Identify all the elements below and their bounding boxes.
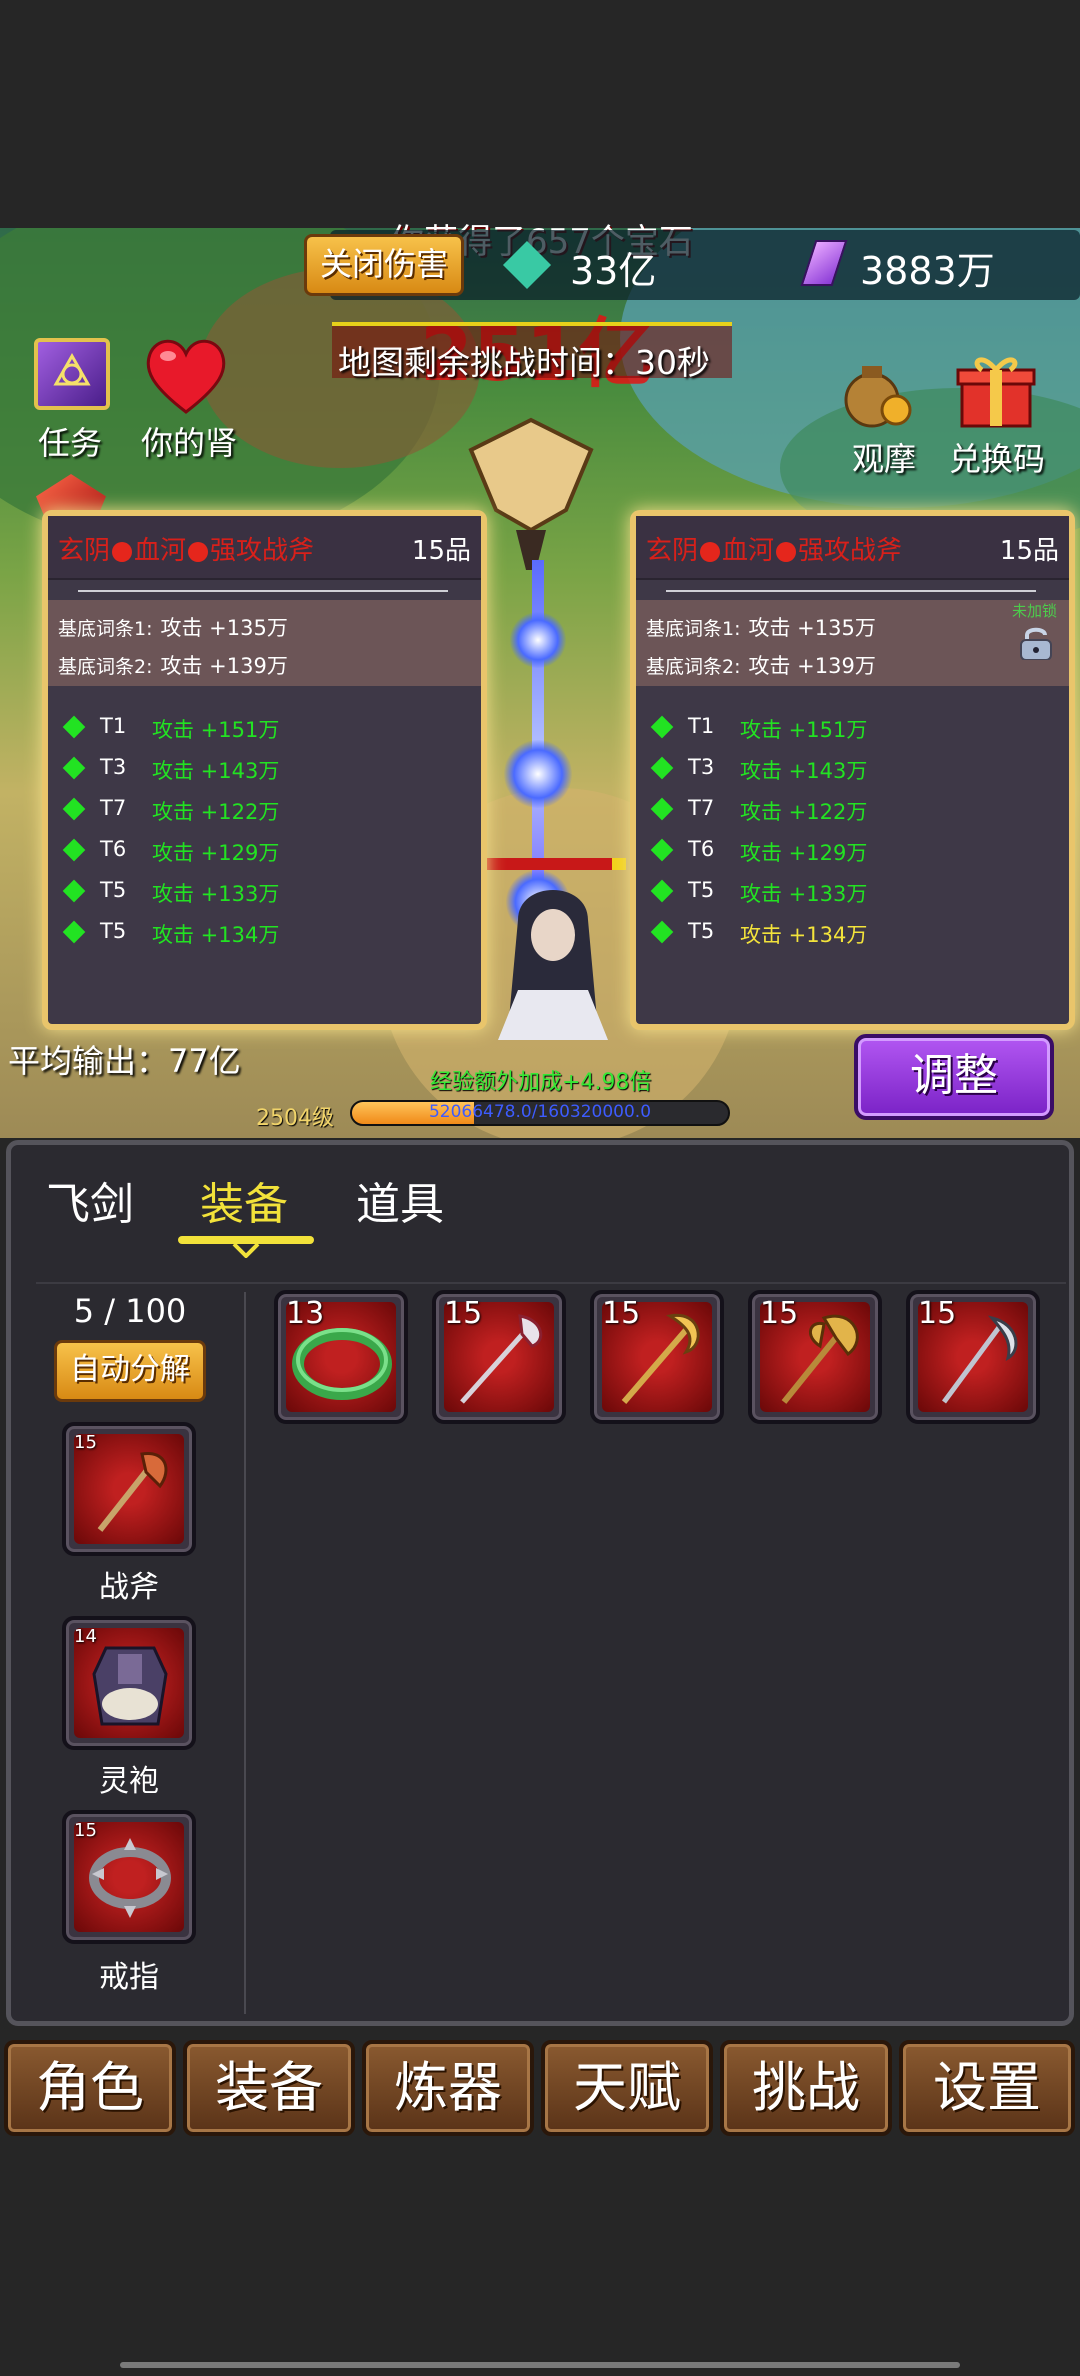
lock-status-label: 未加锁 <box>1011 602 1057 620</box>
item-grade: 15品 <box>999 536 1059 566</box>
inventory-slot[interactable]: 15 <box>590 1290 724 1424</box>
tab-chevron-icon <box>232 1242 260 1259</box>
nav-character[interactable]: 角色 <box>4 2040 176 2136</box>
bag-count: 5 / 100 <box>73 1292 187 1330</box>
avg-output: 平均输出：77亿 <box>8 1042 241 1080</box>
currency2-value: 3883万 <box>860 249 995 293</box>
watch-label[interactable]: 观摩 <box>836 434 932 480</box>
map-time-text: 地图剩余挑战时间：30秒 <box>338 343 710 382</box>
hero-character <box>478 880 628 1050</box>
task-label[interactable]: 任务 <box>30 418 110 464</box>
base-stat-1: 基底词条1: 攻击 +135万 <box>646 616 876 640</box>
base-stat-2: 基底词条2: 攻击 +139万 <box>58 654 288 678</box>
header-divider <box>666 590 1036 592</box>
spiked-ring-icon <box>80 1828 180 1932</box>
inventory-slot[interactable]: 15 <box>748 1290 882 1424</box>
equipped-name-robe: 灵袍 <box>99 1764 159 1799</box>
inventory-slot[interactable]: 15 <box>906 1290 1040 1424</box>
nav-challenge[interactable]: 挑战 <box>720 2040 892 2136</box>
base-stat-2: 基底词条2: 攻击 +139万 <box>646 654 876 678</box>
column-divider <box>244 1292 246 2014</box>
nav-refine[interactable]: 炼器 <box>362 2040 534 2136</box>
auto-decompose-button[interactable]: 自动分解 <box>54 1340 206 1402</box>
adjust-button[interactable]: 调整 <box>854 1034 1054 1120</box>
player-level: 2504级 <box>256 1106 334 1131</box>
battle-axe-icon <box>80 1440 180 1544</box>
nav-settings[interactable]: 设置 <box>899 2040 1075 2136</box>
compare-card-left: 玄阴 血河 强攻战斧 15品 基底词条1: 攻击 +135万 基底词条2: 攻击 +13… <box>42 510 487 1030</box>
item-grade: 15品 <box>411 536 471 566</box>
tab-divider <box>36 1282 1066 1284</box>
kidney-label[interactable]: 你的肾 <box>124 418 254 464</box>
item-name: 玄阴 血河 强攻战斧 <box>58 536 315 566</box>
enemy-hp-bar <box>484 858 626 870</box>
blue-orb <box>510 612 566 668</box>
heart-icon[interactable] <box>142 334 230 420</box>
item-name: 玄阴 血河 强攻战斧 <box>646 536 903 566</box>
compare-card-right: 玄阴 血河 强攻战斧 15品 基底词条1: 攻击 +135万 基底词条2: 攻击 +13… <box>630 510 1075 1030</box>
inventory-slot[interactable]: 15 <box>432 1290 566 1424</box>
tab-items[interactable]: 道具 <box>356 1168 444 1232</box>
equipped-name-axe: 战斧 <box>99 1570 159 1605</box>
base-stats: 基底词条1: 攻击 +135万 基底词条2: 攻击 +139万 <box>48 600 481 686</box>
nav-talent[interactable]: 天赋 <box>541 2040 713 2136</box>
tab-equipment[interactable]: 装备 <box>200 1168 288 1232</box>
header-divider <box>78 590 448 592</box>
robe-armor-icon <box>80 1634 180 1738</box>
equipped-name-ring: 戒指 <box>99 1960 159 1995</box>
base-stat-1: 基底词条1: 攻击 +135万 <box>58 616 288 640</box>
money-bag-icon[interactable] <box>842 352 912 428</box>
equipped-slot-robe[interactable]: 14 <box>62 1616 196 1750</box>
exp-text: 52066478.0/160320000.0 <box>428 1102 652 1122</box>
gift-box-icon[interactable] <box>956 352 1036 430</box>
blue-orb <box>504 740 572 808</box>
equipped-slot-ring[interactable]: 15 <box>62 1810 196 1944</box>
base-stats: 基底词条1: 攻击 +135万 基底词条2: 攻击 +139万 未加锁 <box>636 600 1069 686</box>
close-damage-button[interactable]: 关闭伤害 <box>304 234 464 296</box>
currency1-value: 33亿 <box>570 249 657 293</box>
exp-bonus: 经验额外加成+4.98倍 <box>430 1070 652 1095</box>
lock-icon[interactable] <box>1017 626 1055 661</box>
redeem-label[interactable]: 兑换码 <box>944 434 1050 480</box>
nav-equipment[interactable]: 装备 <box>183 2040 355 2136</box>
inventory-slot[interactable]: 13 <box>274 1290 408 1424</box>
gesture-bar <box>120 2362 960 2368</box>
tab-flying-sword[interactable]: 飞剑 <box>46 1168 134 1232</box>
equipped-slot-axe[interactable]: 15 <box>62 1422 196 1556</box>
task-book-icon[interactable] <box>34 338 110 410</box>
